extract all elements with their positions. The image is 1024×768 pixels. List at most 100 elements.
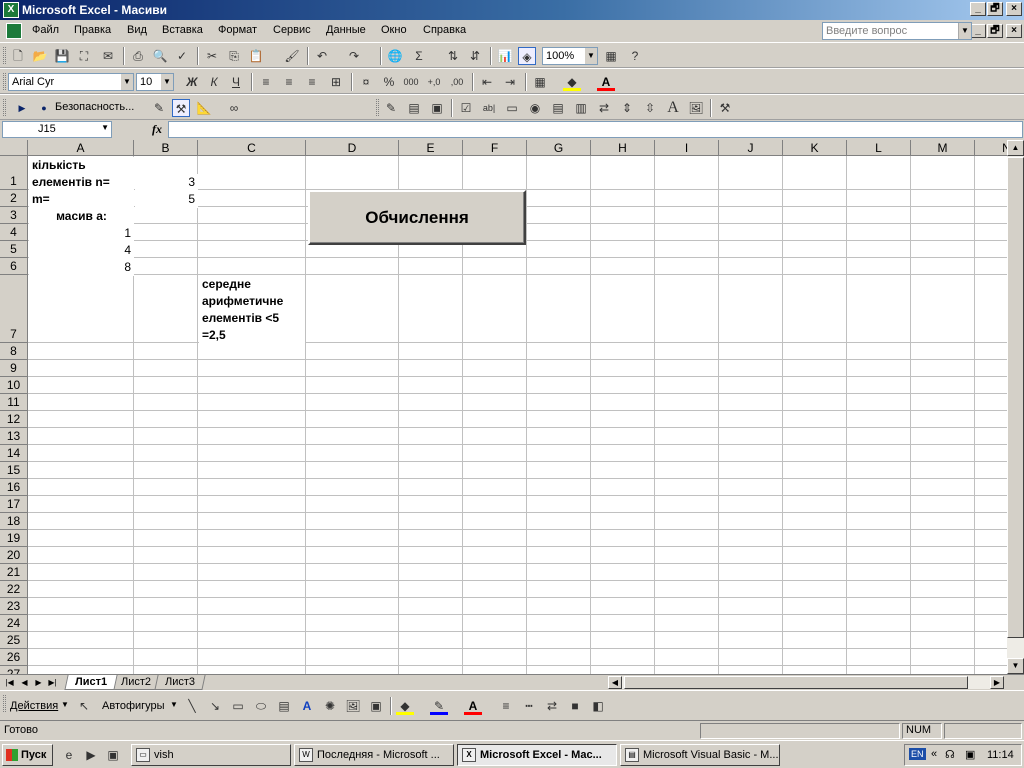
- column-header[interactable]: F: [463, 140, 527, 156]
- column-header[interactable]: H: [591, 140, 655, 156]
- actions-menu[interactable]: Действия: [10, 700, 58, 712]
- properties-icon[interactable]: ▤: [405, 99, 423, 117]
- redo-icon[interactable]: ↷: [345, 47, 363, 65]
- row-header[interactable]: 10: [0, 377, 28, 394]
- combobox-control-icon[interactable]: ▥: [572, 99, 590, 117]
- column-header[interactable]: K: [783, 140, 847, 156]
- column-header[interactable]: E: [399, 140, 463, 156]
- task-word[interactable]: W Последняя - Microsoft ...: [294, 744, 454, 766]
- align-left-icon[interactable]: ≡: [257, 73, 275, 91]
- fill-color-icon[interactable]: ◆: [563, 73, 581, 91]
- name-box[interactable]: J15 ▼: [2, 121, 112, 138]
- chevron-down-icon[interactable]: ▼: [161, 74, 173, 90]
- column-header[interactable]: D: [306, 140, 399, 156]
- row-header[interactable]: 1: [0, 156, 28, 190]
- formula-input[interactable]: [168, 121, 1023, 138]
- decrease-indent-icon[interactable]: ⇤: [478, 73, 496, 91]
- toolbar-grip[interactable]: [3, 47, 6, 64]
- fx-icon[interactable]: fx: [152, 122, 162, 137]
- row-header[interactable]: 5: [0, 241, 28, 258]
- chart-wizard-icon[interactable]: 📊: [496, 47, 514, 65]
- task-excel[interactable]: X Microsoft Excel - Мас...: [457, 744, 617, 766]
- row-header[interactable]: 27: [0, 666, 28, 674]
- zoom-combo[interactable]: 100% ▼: [542, 47, 598, 65]
- font-combo[interactable]: Arial Cyr ▼: [8, 73, 134, 91]
- rectangle-icon[interactable]: ▭: [229, 697, 247, 715]
- menu-insert[interactable]: Вставка: [162, 24, 203, 36]
- task-vb[interactable]: ▤ Microsoft Visual Basic - M...: [620, 744, 780, 766]
- script-editor-icon[interactable]: ∞: [225, 99, 243, 117]
- row-header[interactable]: 7: [0, 275, 28, 343]
- underline-button[interactable]: Ч: [227, 73, 245, 91]
- sort-descending-icon[interactable]: ⇵: [466, 47, 484, 65]
- copy-icon[interactable]: ⎘: [225, 47, 243, 65]
- column-header[interactable]: I: [655, 140, 719, 156]
- chevron-down-icon[interactable]: ▼: [585, 48, 597, 64]
- record-macro-icon[interactable]: ●: [35, 99, 53, 117]
- scrollbar-control-icon[interactable]: ⇳: [641, 99, 659, 117]
- 3d-style-icon[interactable]: ◧: [589, 697, 607, 715]
- arrow-icon[interactable]: ↘: [206, 697, 224, 715]
- row-header[interactable]: 23: [0, 598, 28, 615]
- column-header[interactable]: G: [527, 140, 591, 156]
- row-header[interactable]: 25: [0, 632, 28, 649]
- cell-a1[interactable]: кількість елементів n=: [29, 157, 134, 191]
- print-icon[interactable]: ⎙: [129, 47, 147, 65]
- button-control-icon[interactable]: ▭: [503, 99, 521, 117]
- increase-indent-icon[interactable]: ⇥: [501, 73, 519, 91]
- cell-a6[interactable]: 8: [29, 259, 134, 276]
- italic-button[interactable]: К: [205, 73, 223, 91]
- autosum-icon[interactable]: Σ: [410, 47, 428, 65]
- font-color-icon[interactable]: A: [464, 697, 482, 715]
- row-header[interactable]: 3: [0, 207, 28, 224]
- more-controls-icon[interactable]: ⚒: [716, 99, 734, 117]
- undo-icon[interactable]: ↶: [313, 47, 331, 65]
- drawing-icon[interactable]: ◈: [518, 47, 536, 65]
- next-sheet-icon[interactable]: ▶: [32, 676, 45, 689]
- row-header[interactable]: 24: [0, 615, 28, 632]
- vertical-scroll-thumb[interactable]: [1007, 157, 1024, 638]
- listbox-control-icon[interactable]: ▤: [549, 99, 567, 117]
- scroll-up-icon[interactable]: ▲: [1007, 140, 1024, 156]
- open-icon[interactable]: 📂: [31, 47, 49, 65]
- sort-ascending-icon[interactable]: ⇅: [444, 47, 462, 65]
- minimize-button[interactable]: _: [970, 2, 986, 16]
- row-header[interactable]: 8: [0, 343, 28, 360]
- calculate-button[interactable]: Обчислення: [308, 190, 526, 245]
- menu-help[interactable]: Справка: [423, 24, 466, 36]
- menu-format[interactable]: Формат: [218, 24, 257, 36]
- menu-view[interactable]: Вид: [127, 24, 147, 36]
- help-icon[interactable]: ?: [626, 47, 644, 65]
- line-color-icon[interactable]: ✎: [430, 697, 448, 715]
- toolbar-grip[interactable]: [376, 99, 379, 116]
- row-header[interactable]: 19: [0, 530, 28, 547]
- format-painter-icon[interactable]: 🖌: [283, 47, 301, 65]
- column-header[interactable]: B: [134, 140, 198, 156]
- paste-icon[interactable]: 📋: [247, 47, 265, 65]
- row-header[interactable]: 21: [0, 564, 28, 581]
- doc-close-button[interactable]: ×: [1006, 24, 1022, 38]
- scroll-down-icon[interactable]: ▼: [1007, 658, 1024, 674]
- shadow-icon[interactable]: ■: [566, 697, 584, 715]
- cell-a2[interactable]: m=: [29, 191, 134, 208]
- tab-sheet3[interactable]: Лист3: [154, 675, 206, 690]
- toolbar-grip[interactable]: [3, 695, 6, 712]
- toggle-control-icon[interactable]: ⇄: [595, 99, 613, 117]
- row-header[interactable]: 13: [0, 428, 28, 445]
- cell-b1[interactable]: 3: [135, 174, 198, 191]
- start-button[interactable]: Пуск: [2, 744, 53, 766]
- menu-tools[interactable]: Сервис: [273, 24, 311, 36]
- textbox-control-icon[interactable]: ab|: [480, 99, 498, 117]
- ask-question-input[interactable]: Введите вопрос: [822, 22, 972, 40]
- clipart-icon[interactable]: 🖼: [344, 697, 362, 715]
- row-header[interactable]: 18: [0, 513, 28, 530]
- chevron-down-icon[interactable]: ▼: [121, 74, 133, 90]
- fill-color-icon[interactable]: ◆: [396, 697, 414, 715]
- decrease-decimal-icon[interactable]: ,00: [448, 73, 466, 91]
- chevron-down-icon[interactable]: ▼: [61, 700, 69, 709]
- checkbox-control-icon[interactable]: ☑: [457, 99, 475, 117]
- cell-a5[interactable]: 4: [29, 242, 134, 259]
- spin-control-icon[interactable]: ⇕: [618, 99, 636, 117]
- select-all-corner[interactable]: [0, 140, 28, 156]
- antivirus-icon[interactable]: ▣: [965, 748, 975, 761]
